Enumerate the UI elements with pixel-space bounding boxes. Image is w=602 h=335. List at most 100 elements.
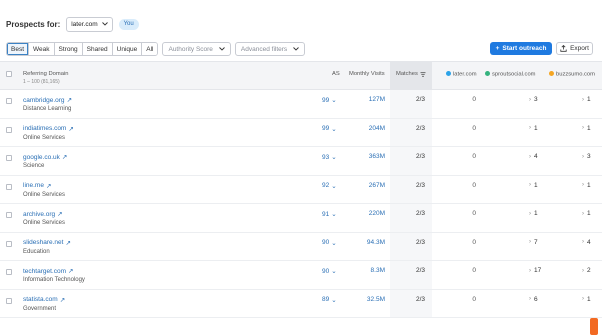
- start-outreach-button[interactable]: + Start outreach: [490, 42, 552, 55]
- row-checkbox[interactable]: [6, 98, 12, 104]
- tab-shared[interactable]: Shared: [82, 43, 113, 55]
- col-sprout[interactable]: sproutsocial.com: [485, 71, 536, 78]
- domain-link[interactable]: techtarget.com ↗: [23, 267, 73, 276]
- advanced-filters-dropdown[interactable]: Advanced filters: [234, 42, 306, 56]
- chevron-down-icon: ⌄: [331, 154, 337, 161]
- col-buzz[interactable]: buzzsumo.com: [549, 71, 595, 78]
- domain-select[interactable]: later.com: [66, 16, 113, 32]
- buzz-value[interactable]: › 1: [582, 96, 591, 103]
- buzz-value[interactable]: › 1: [582, 210, 591, 217]
- chevron-right-icon: ›: [529, 210, 531, 217]
- buzz-value[interactable]: › 2: [582, 267, 591, 274]
- authority-score[interactable]: 91 ⌄: [322, 210, 337, 219]
- sprout-value[interactable]: › 3: [529, 96, 538, 103]
- later-value: 0: [472, 267, 476, 274]
- row-checkbox[interactable]: [6, 240, 12, 247]
- domain-link[interactable]: indiatimes.com ↗: [23, 125, 74, 133]
- tab-weak[interactable]: Weak: [29, 43, 55, 55]
- table-row: slideshare.net ↗ Education 90 ⌄ 94.3M 2/3 …: [0, 232, 602, 261]
- domain-link[interactable]: google.co.uk ↗: [23, 153, 67, 162]
- domain-text: cambridge.org: [23, 96, 65, 104]
- buzz-value[interactable]: › 1: [582, 296, 591, 303]
- chevron-down-icon: [101, 22, 108, 26]
- later-value: 0: [472, 153, 476, 160]
- domain-link[interactable]: line.me ↗: [23, 182, 51, 190]
- chevron-down-icon: ⌄: [331, 125, 337, 133]
- authority-score[interactable]: 90 ⌄: [322, 267, 337, 276]
- row-checkbox[interactable]: [6, 212, 12, 218]
- table-row: indiatimes.com ↗ Online Services 99 ⌄ 204M…: [0, 118, 602, 147]
- chevron-right-icon: ›: [582, 239, 584, 245]
- sprout-value[interactable]: › 17: [529, 267, 541, 274]
- row-checkbox[interactable]: [6, 269, 12, 275]
- authority-score[interactable]: 89 ⌄: [322, 296, 337, 304]
- row-checkbox[interactable]: [6, 155, 12, 161]
- chevron-down-icon: ⌄: [331, 97, 337, 104]
- monthly-visits[interactable]: 8.3M: [371, 267, 385, 274]
- col-monthly-visits[interactable]: Monthly Visits: [349, 71, 385, 77]
- monthly-visits[interactable]: 267M: [369, 182, 385, 189]
- domain-link[interactable]: statista.com ↗: [23, 296, 65, 304]
- col-matches-label: Matches: [396, 71, 418, 77]
- matches-value: 2/3: [416, 267, 426, 274]
- domain-link[interactable]: cambridge.org ↗: [23, 96, 72, 105]
- col-as[interactable]: AS: [332, 71, 340, 77]
- domain-link[interactable]: slideshare.net ↗: [23, 239, 71, 247]
- sprout-value[interactable]: › 6: [529, 296, 538, 303]
- export-button[interactable]: Export: [556, 42, 593, 55]
- sprout-value[interactable]: › 7: [529, 239, 538, 246]
- you-badge: You: [118, 18, 139, 30]
- buzz-count: 1: [587, 295, 591, 303]
- prospects-bar: Prospects for: later.com You: [6, 15, 139, 33]
- row-checkbox[interactable]: [6, 297, 12, 304]
- tab-all[interactable]: All: [142, 43, 158, 55]
- col-sprout-label: sproutsocial.com: [492, 71, 536, 78]
- select-all-checkbox[interactable]: [6, 71, 12, 77]
- authority-score[interactable]: 92 ⌄: [322, 182, 337, 190]
- authority-score[interactable]: 99 ⌄: [322, 125, 337, 133]
- row-checkbox[interactable]: [6, 126, 12, 133]
- tab-best[interactable]: Best: [7, 43, 30, 55]
- tab-strong[interactable]: Strong: [54, 43, 83, 55]
- col-matches[interactable]: Matches: [396, 71, 426, 77]
- row-checkbox[interactable]: [6, 183, 12, 190]
- buzz-value[interactable]: › 4: [582, 239, 591, 246]
- table-row: statista.com ↗ Government 89 ⌄ 32.5M 2/3 0…: [0, 289, 602, 318]
- tab-unique[interactable]: Unique: [112, 43, 143, 55]
- sprout-value[interactable]: › 4: [529, 153, 538, 160]
- buzz-value[interactable]: › 1: [582, 182, 591, 189]
- buzz-value[interactable]: › 1: [582, 125, 591, 132]
- col-later-label: later.com: [453, 71, 477, 78]
- monthly-visits[interactable]: 94.3M: [367, 239, 385, 246]
- table-row: google.co.uk ↗ Science 93 ⌄ 363M 2/3 0 › 4 …: [0, 147, 602, 176]
- scroll-handle[interactable]: [590, 318, 598, 335]
- sprout-value[interactable]: › 1: [529, 125, 538, 132]
- buzz-count: 3: [587, 153, 591, 160]
- domain-text: google.co.uk: [23, 153, 60, 161]
- authority-score[interactable]: 99 ⌄: [322, 96, 337, 105]
- monthly-visits[interactable]: 220M: [369, 210, 385, 217]
- monthly-visits[interactable]: 32.5M: [367, 296, 385, 303]
- domain-link[interactable]: archive.org ↗: [23, 210, 63, 219]
- matches-value: 2/3: [416, 124, 426, 132]
- domain-category: Online Services: [23, 220, 66, 226]
- monthly-visits[interactable]: 127M: [369, 96, 385, 103]
- domain-category: Education: [23, 248, 50, 255]
- col-referring-domain[interactable]: Referring Domain: [23, 71, 68, 77]
- authority-score[interactable]: 93 ⌄: [322, 153, 337, 162]
- monthly-visits[interactable]: 363M: [369, 153, 385, 160]
- sprout-value[interactable]: › 1: [529, 182, 538, 189]
- matches-cell-bg: [390, 289, 432, 317]
- authority-score-dropdown[interactable]: Authority Score: [162, 42, 231, 56]
- authority-score[interactable]: 90 ⌄: [322, 239, 337, 247]
- monthly-visits[interactable]: 204M: [369, 125, 385, 132]
- later-value: 0: [472, 124, 476, 132]
- matches-value: 2/3: [416, 96, 426, 103]
- matches-value: 2/3: [416, 238, 426, 246]
- chevron-right-icon: ›: [529, 125, 531, 131]
- sprout-value[interactable]: › 1: [529, 210, 538, 217]
- buzz-value[interactable]: › 3: [582, 153, 591, 160]
- col-later[interactable]: later.com: [446, 71, 477, 78]
- sprout-count: 3: [534, 96, 538, 103]
- matches-cell-bg: [390, 204, 432, 232]
